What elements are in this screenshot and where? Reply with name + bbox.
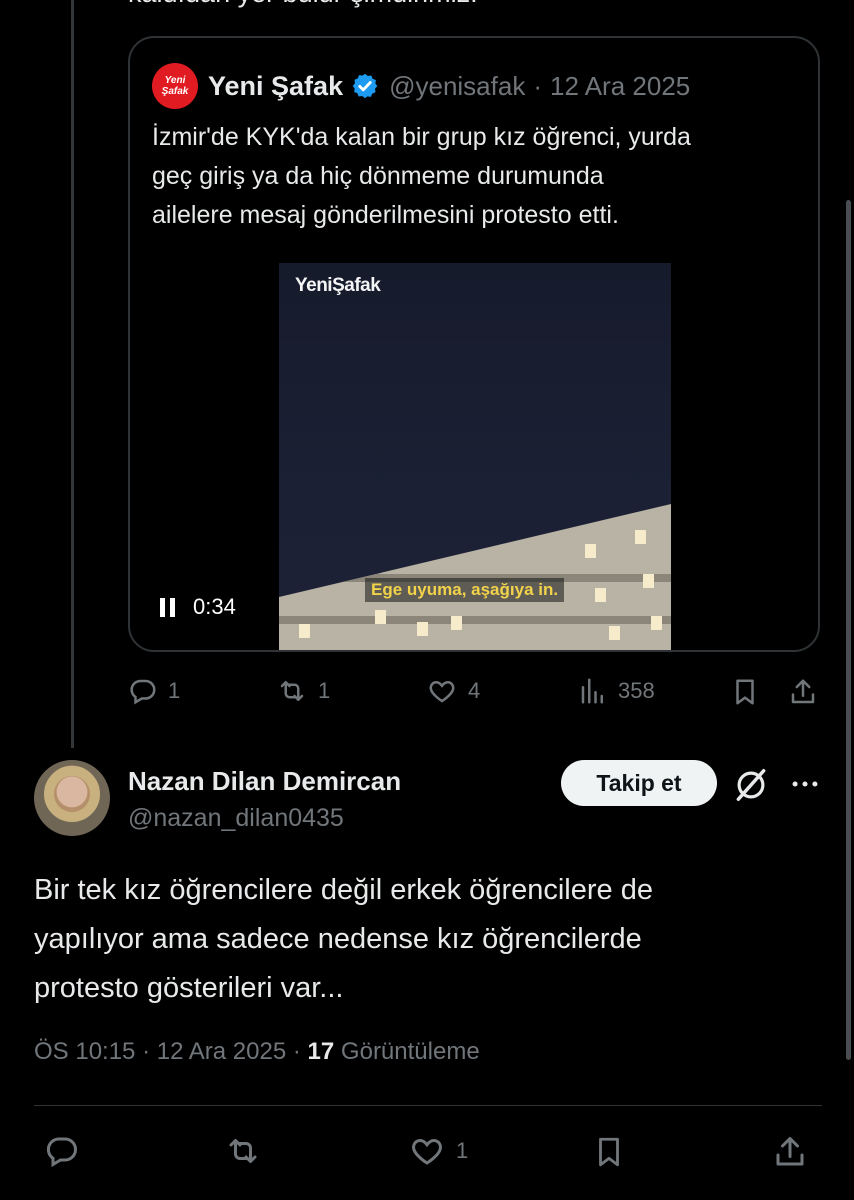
quoted-post-date[interactable]: 12 Ara 2025 xyxy=(550,71,690,102)
repost-count: 1 xyxy=(318,678,331,703)
verified-icon xyxy=(351,72,379,100)
reply-button[interactable] xyxy=(44,1133,80,1169)
reply-author-name[interactable]: Nazan Dilan Demircan xyxy=(128,766,401,797)
video-subtitle: Ege uyuma, aşağıya in. xyxy=(365,578,565,602)
avatar[interactable] xyxy=(34,760,110,836)
building-window xyxy=(643,574,654,588)
like-icon xyxy=(408,1133,446,1169)
repost-button[interactable]: 1 xyxy=(276,676,330,706)
separator-dot: · xyxy=(292,1038,301,1065)
building-floor-band xyxy=(279,616,671,624)
reply-icon xyxy=(128,676,158,706)
reply-count: 1 xyxy=(168,678,181,703)
quoted-author-name[interactable]: Yeni Şafak xyxy=(208,71,343,102)
building-window xyxy=(417,622,428,636)
reply-post-text: Bir tek kız öğrencilere değil erkek öğre… xyxy=(34,866,824,1013)
video-controls: 0:34 xyxy=(160,594,236,620)
bookmark-button[interactable] xyxy=(592,1133,626,1171)
post-time[interactable]: ÖS 10:15 xyxy=(34,1038,135,1065)
scrollbar[interactable] xyxy=(846,200,851,1060)
views-count: 17 xyxy=(307,1038,335,1065)
video-time: 0:34 xyxy=(193,594,236,619)
pause-icon[interactable] xyxy=(160,597,175,617)
like-icon xyxy=(426,676,458,706)
separator-dot: · xyxy=(533,70,542,101)
like-count: 1 xyxy=(456,1138,469,1163)
building-window xyxy=(585,544,596,558)
quoted-text-line: ailelere mesaj gönderilmesini protesto e… xyxy=(152,201,619,229)
share-icon xyxy=(772,1133,808,1171)
building-window xyxy=(595,588,606,602)
reply-text-line: protesto gösterileri var... xyxy=(34,972,344,1004)
thread-connector-line xyxy=(71,0,74,748)
logo-text-line2: Şafak xyxy=(161,86,189,97)
quoted-post-action-bar: 1 1 4 358 xyxy=(128,676,820,716)
bookmark-icon xyxy=(592,1133,626,1171)
logo-text-line1: Yeni xyxy=(164,75,186,86)
building-window xyxy=(451,616,462,630)
building-window xyxy=(635,530,646,544)
bookmark-button[interactable] xyxy=(730,676,760,708)
quoted-author-handle[interactable]: @yenisafak xyxy=(389,71,525,102)
share-button[interactable] xyxy=(788,676,818,708)
video-player[interactable]: YeniŞafak Ege uyuma, aşağıya in. xyxy=(279,263,671,650)
yeni-safak-logo[interactable]: Yeni Şafak xyxy=(152,63,198,109)
page: kaldıdan yer bulur şimdirimiz. Yeni Şafa… xyxy=(0,0,854,1200)
quoted-text-line: İzmir'de KYK'da kalan bir grup kız öğren… xyxy=(152,123,691,151)
like-count: 4 xyxy=(468,678,481,703)
like-button[interactable]: 1 xyxy=(408,1133,468,1169)
reply-button[interactable]: 1 xyxy=(128,676,180,706)
quoted-text-line: geç giriş ya da hiç dönmeme durumunda xyxy=(152,162,604,190)
grok-icon[interactable] xyxy=(732,766,770,809)
views-icon xyxy=(578,676,608,706)
reply-post-action-bar: 1 xyxy=(34,1133,822,1173)
views-label: Görüntüleme xyxy=(340,1038,480,1065)
repost-button[interactable] xyxy=(224,1133,262,1169)
reply-author-handle[interactable]: @nazan_dilan0435 xyxy=(128,804,344,833)
share-icon xyxy=(788,676,818,708)
previous-post-text: kaldıdan yer bulur şimdirimiz. xyxy=(128,0,478,9)
bookmark-icon xyxy=(730,676,760,708)
quoted-post-card[interactable]: Yeni Şafak Yeni Şafak @yenisafak · 12 Ar… xyxy=(128,36,820,652)
building-window xyxy=(609,626,620,640)
building-window xyxy=(299,624,310,638)
divider xyxy=(34,1105,822,1106)
repost-icon xyxy=(276,676,308,706)
views-count: 358 xyxy=(618,678,655,703)
quoted-post-header: Yeni Şafak Yeni Şafak @yenisafak · 12 Ar… xyxy=(152,63,690,109)
views-button[interactable]: 358 xyxy=(578,676,655,706)
quoted-post-text: İzmir'de KYK'da kalan bir grup kız öğren… xyxy=(152,118,802,235)
separator-dot: · xyxy=(142,1038,151,1065)
building-window xyxy=(375,610,386,624)
reply-text-line: Bir tek kız öğrencilere değil erkek öğre… xyxy=(34,874,653,906)
reply-text-line: yapılıyor ama sadece nedense kız öğrenci… xyxy=(34,923,642,955)
building-window xyxy=(651,616,662,630)
avatar-scarf xyxy=(44,766,100,822)
share-button[interactable] xyxy=(772,1133,808,1171)
post-date[interactable]: 12 Ara 2025 xyxy=(157,1038,286,1065)
reply-icon xyxy=(44,1133,80,1169)
like-button[interactable]: 4 xyxy=(426,676,480,706)
more-icon[interactable] xyxy=(788,772,822,801)
post-metadata: ÖS 10:15 · 12 Ara 2025 · 17 Görüntüleme xyxy=(34,1038,480,1066)
repost-icon xyxy=(224,1133,262,1169)
follow-button[interactable]: Takip et xyxy=(561,760,717,806)
video-watermark: YeniŞafak xyxy=(295,275,381,296)
